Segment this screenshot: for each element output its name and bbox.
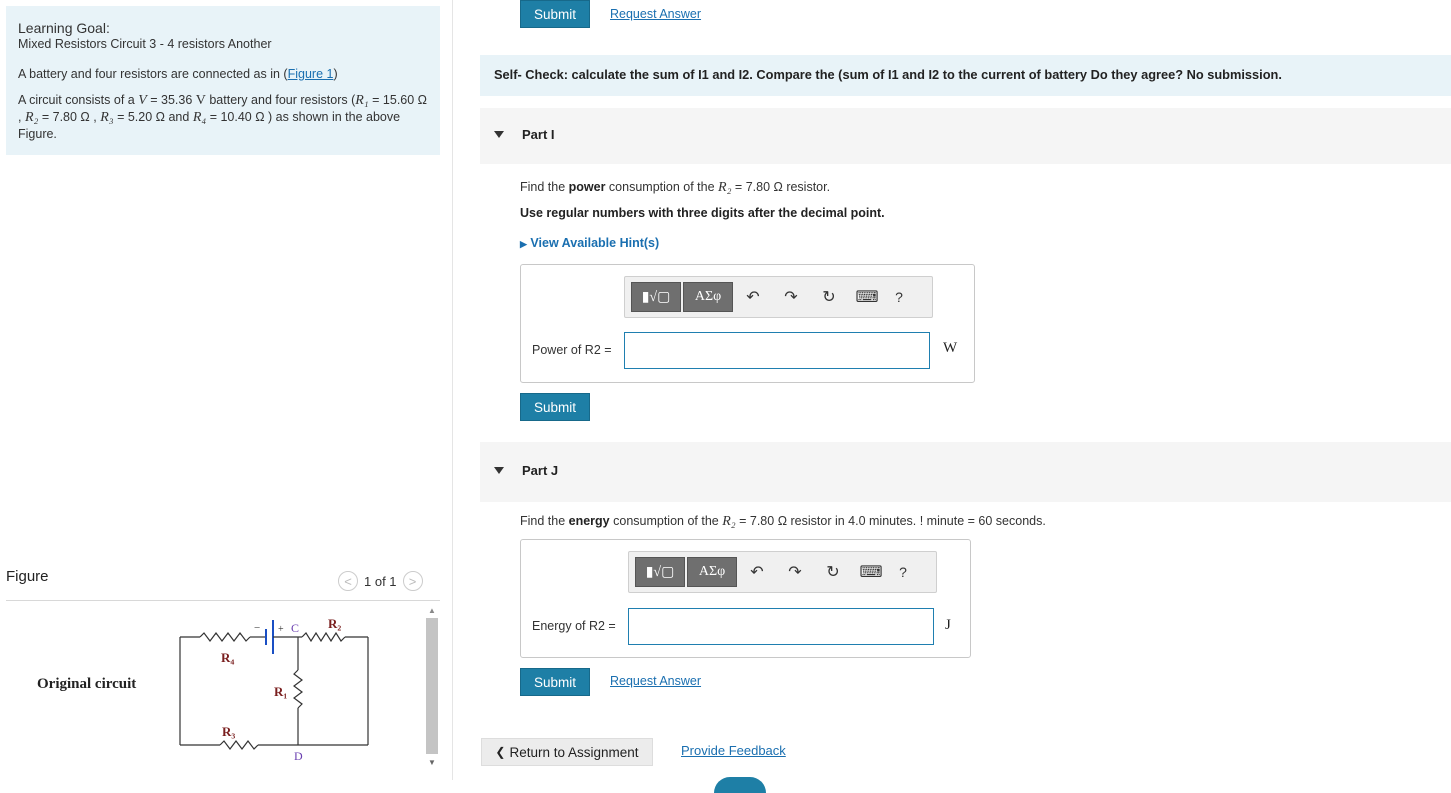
- scroll-up-icon[interactable]: ▲: [428, 606, 436, 615]
- figure-header: Figure: [6, 568, 49, 585]
- scroll-down-icon[interactable]: ▼: [428, 758, 436, 767]
- scroll-thumb[interactable]: [426, 618, 438, 754]
- resistor-r1: [293, 669, 303, 709]
- node-c-label: C: [291, 621, 299, 635]
- template-button[interactable]: ▮√▢: [631, 282, 681, 312]
- column-divider: [452, 0, 453, 780]
- request-answer-link-top[interactable]: Request Answer: [610, 7, 701, 21]
- next-figure-button[interactable]: >: [402, 571, 423, 591]
- greek-symbols-button[interactable]: ΑΣφ: [687, 557, 737, 587]
- help-icon[interactable]: ?: [887, 282, 911, 312]
- template-button[interactable]: ▮√▢: [635, 557, 685, 587]
- figure-scrollbar[interactable]: ▲ ▼: [424, 604, 438, 772]
- redo-icon[interactable]: ↷: [773, 282, 809, 312]
- figure-page-count: 1 of 1: [364, 573, 397, 589]
- collapse-icon: [494, 131, 504, 138]
- battery-minus: −: [254, 622, 260, 634]
- energy-input[interactable]: [628, 608, 934, 645]
- submit-button-top[interactable]: Submit: [520, 0, 590, 28]
- r3-label: R₃: [222, 724, 235, 739]
- keyboard-icon[interactable]: ⌨: [853, 557, 889, 587]
- caret-right-icon: ▶: [520, 239, 527, 249]
- power-label: Power of R2 =: [532, 343, 612, 357]
- r2-label: R₂: [328, 616, 341, 631]
- r4-label: R₄: [221, 650, 234, 665]
- figure-link[interactable]: Figure 1: [288, 67, 334, 81]
- energy-label: Energy of R2 =: [532, 619, 616, 633]
- node-d-label: D: [294, 749, 303, 763]
- learning-goal-subtitle: Mixed Resistors Circuit 3 - 4 resistors …: [18, 37, 272, 51]
- self-check-banner: Self- Check: calculate the sum of I1 and…: [480, 55, 1451, 96]
- help-icon[interactable]: ?: [891, 557, 915, 587]
- undo-icon[interactable]: ↶: [739, 557, 775, 587]
- return-to-assignment-button[interactable]: ❮ Return to Assignment: [481, 738, 653, 766]
- power-input[interactable]: [624, 332, 930, 369]
- keyboard-icon[interactable]: ⌨: [849, 282, 885, 312]
- greek-symbols-button[interactable]: ΑΣφ: [683, 282, 733, 312]
- scroll-top-button[interactable]: [714, 777, 766, 793]
- part-j-question: Find the energy consumption of the R₂ = …: [520, 514, 1046, 529]
- undo-icon[interactable]: ↶: [735, 282, 771, 312]
- part-j-label: Part J: [522, 463, 559, 478]
- part-j-submit-button[interactable]: Submit: [520, 668, 590, 696]
- part-j-math-toolbar: ▮√▢ ΑΣφ ↶ ↷ ↻ ⌨ ?: [628, 551, 937, 593]
- battery-plus: +: [278, 624, 284, 635]
- part-i-submit-button[interactable]: Submit: [520, 393, 590, 421]
- part-j-request-answer-link[interactable]: Request Answer: [610, 674, 701, 688]
- part-i-math-toolbar: ▮√▢ ΑΣφ ↶ ↷ ↻ ⌨ ?: [624, 276, 933, 318]
- prev-figure-button[interactable]: <: [338, 571, 358, 591]
- part-i-question: Find the power consumption of the R₂ = 7…: [520, 180, 831, 195]
- intro-text: A battery and four resistors are connect…: [18, 67, 338, 81]
- figure-pager: < 1 of 1 >: [338, 570, 423, 592]
- circuit-diagram: − + C R₂ R₄ R₁ R₃ D: [179, 616, 369, 763]
- r1-label: R₁: [274, 684, 287, 699]
- figure-divider: [6, 600, 440, 601]
- learning-goal-panel: Learning Goal: Mixed Resistors Circuit 3…: [6, 6, 440, 155]
- figure-caption: Original circuit: [37, 676, 137, 692]
- part-i-label: Part I: [522, 127, 555, 142]
- resistor-r4: [199, 632, 251, 642]
- resistor-r2: [301, 631, 346, 643]
- part-i-instruction: Use regular numbers with three digits af…: [520, 206, 885, 220]
- resistor-r3: [219, 740, 259, 750]
- part-i-header[interactable]: Part I: [480, 108, 1451, 164]
- part-j-header[interactable]: Part J: [480, 442, 1451, 502]
- power-unit: W: [943, 340, 958, 356]
- learning-goal-title: Learning Goal:: [18, 20, 110, 36]
- circuit-description: A circuit consists of a V = 35.36 V batt…: [18, 93, 428, 141]
- reset-icon[interactable]: ↻: [815, 557, 851, 587]
- energy-unit: J: [945, 617, 951, 633]
- chevron-left-icon: ❮: [495, 745, 506, 759]
- collapse-icon: [494, 467, 504, 474]
- view-hints-toggle[interactable]: ▶ View Available Hint(s): [520, 236, 659, 250]
- reset-icon[interactable]: ↻: [811, 282, 847, 312]
- redo-icon[interactable]: ↷: [777, 557, 813, 587]
- provide-feedback-link[interactable]: Provide Feedback: [681, 743, 786, 758]
